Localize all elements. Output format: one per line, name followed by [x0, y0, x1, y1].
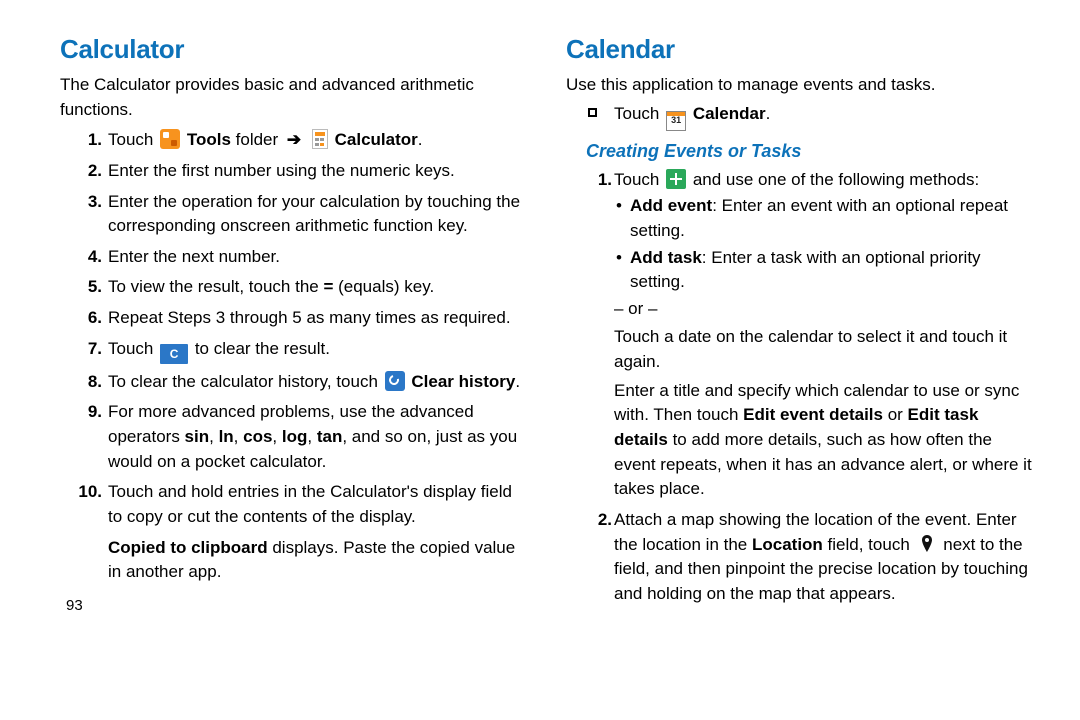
calendar-steps: 1. Touch and use one of the following me…	[566, 168, 1032, 607]
step-9: 9. For more advanced problems, use the a…	[60, 400, 526, 474]
add-event-option: Add event: Enter an event with an option…	[614, 194, 1032, 243]
step-4: 4. Enter the next number.	[60, 245, 526, 270]
step-1: 1. Touch Tools folder ➔ Calculator.	[60, 128, 526, 153]
tools-folder-icon	[160, 129, 180, 149]
calculator-heading: Calculator	[60, 34, 526, 65]
calendar-icon: 31	[666, 111, 686, 131]
cal-step-1-options: Add event: Enter an event with an option…	[614, 194, 1032, 295]
calculator-steps: 1. Touch Tools folder ➔ Calculator. 2. E…	[60, 128, 526, 585]
step-2: 2. Enter the first number using the nume…	[60, 159, 526, 184]
add-task-option: Add task: Enter a task with an optional …	[614, 246, 1032, 295]
cal-step-1-alt: Touch a date on the calendar to select i…	[614, 325, 1032, 374]
clear-c-icon: C	[160, 344, 188, 364]
step-3: 3. Enter the operation for your calculat…	[60, 190, 526, 239]
step-5: 5. To view the result, touch the = (equa…	[60, 275, 526, 300]
manual-page: Calculator The Calculator provides basic…	[0, 0, 1080, 720]
plus-icon	[666, 169, 686, 189]
cal-step-1: 1. Touch and use one of the following me…	[566, 168, 1032, 502]
calculator-intro: The Calculator provides basic and advanc…	[60, 73, 526, 122]
or-separator: – or –	[614, 297, 1032, 322]
cal-step-1-details: Enter a title and specify which calendar…	[614, 379, 1032, 502]
map-pin-icon	[917, 534, 937, 554]
step-6: 6. Repeat Steps 3 through 5 as many time…	[60, 306, 526, 331]
arrow-icon: ➔	[287, 130, 301, 149]
calendar-heading: Calendar	[566, 34, 1032, 65]
left-column: Calculator The Calculator provides basic…	[60, 34, 526, 710]
cal-step-2: 2. Attach a map showing the location of …	[566, 508, 1032, 607]
step-8: 8. To clear the calculator history, touc…	[60, 370, 526, 395]
clear-history-icon	[385, 371, 405, 391]
right-column: Calendar Use this application to manage …	[566, 34, 1032, 710]
page-number: 93	[66, 597, 526, 614]
step-10: 10. Touch and hold entries in the Calcul…	[60, 480, 526, 585]
calendar-launch: Touch 31 Calendar.	[584, 102, 1032, 131]
calculator-icon	[312, 129, 328, 149]
launch-calendar: Touch 31 Calendar.	[584, 102, 1032, 131]
step-7: 7. Touch C to clear the result.	[60, 337, 526, 364]
creating-events-heading: Creating Events or Tasks	[586, 141, 1032, 162]
calendar-intro: Use this application to manage events an…	[566, 73, 1032, 98]
